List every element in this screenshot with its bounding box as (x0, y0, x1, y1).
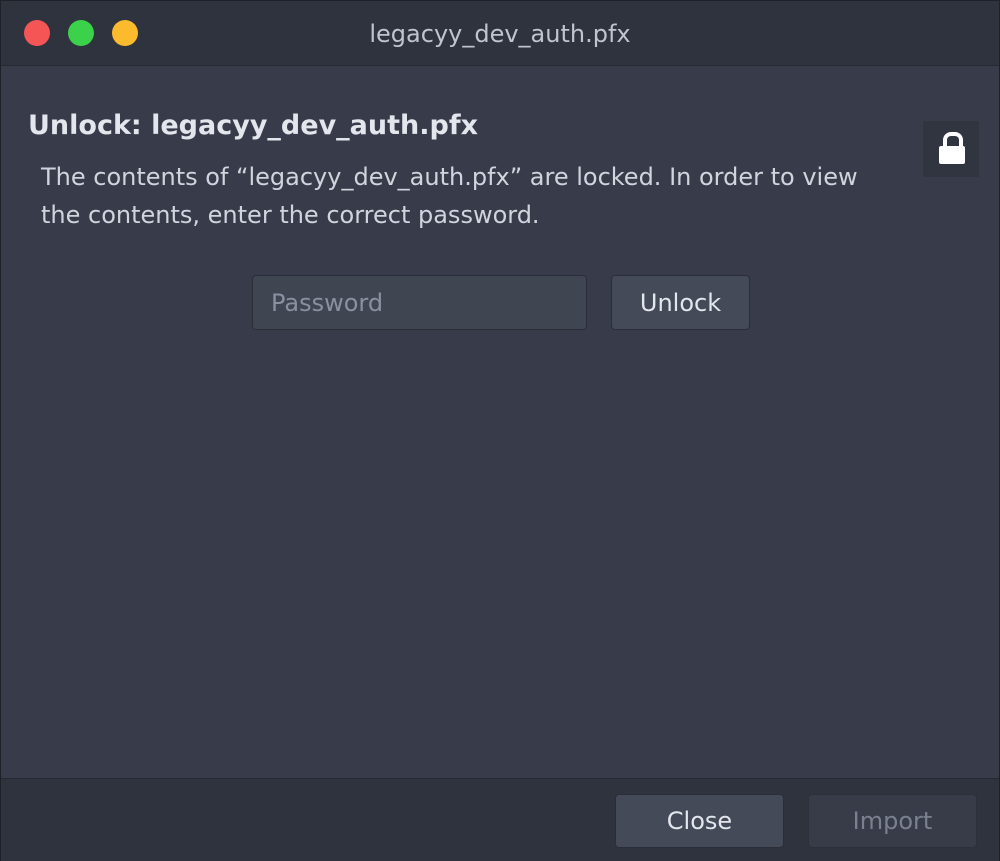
titlebar[interactable]: legacyy_dev_auth.pfx (1, 1, 999, 66)
dialog-heading: Unlock: legacyy_dev_auth.pfx (28, 110, 478, 141)
password-input[interactable] (252, 275, 587, 330)
dialog-footer: Close Import (1, 778, 999, 861)
lock-icon (923, 121, 979, 177)
dialog-window: legacyy_dev_auth.pfx Unlock: legacyy_dev… (0, 0, 1000, 861)
lock-body (939, 146, 965, 164)
close-button[interactable]: Close (615, 794, 784, 848)
window-title: legacyy_dev_auth.pfx (369, 20, 631, 48)
unlock-button[interactable]: Unlock (611, 275, 750, 330)
dialog-message: The contents of “legacyy_dev_auth.pfx” a… (41, 163, 858, 229)
import-button[interactable]: Import (808, 794, 977, 848)
